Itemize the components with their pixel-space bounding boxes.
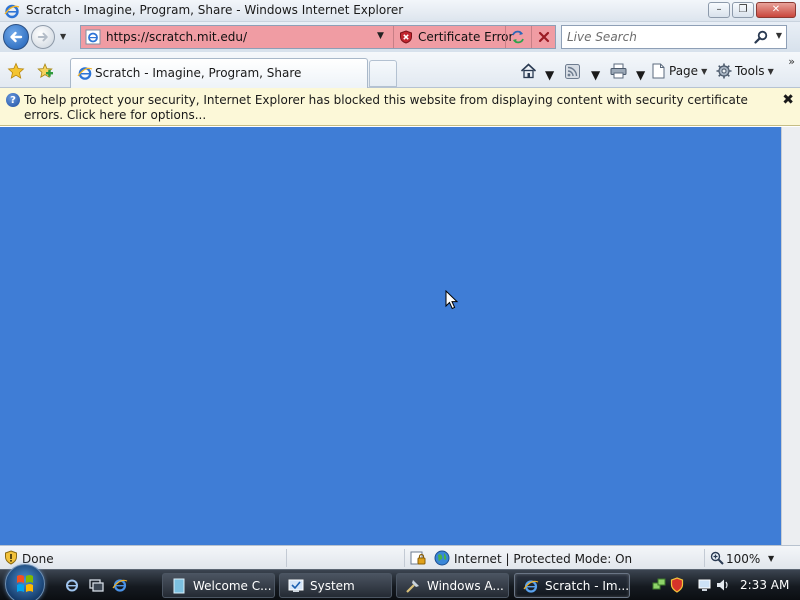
ie-icon xyxy=(4,4,20,19)
print-dropdown[interactable]: ▼ xyxy=(636,66,645,84)
tools-menu-label: Tools xyxy=(735,64,765,78)
show-desktop-icon[interactable] xyxy=(88,577,104,593)
taskbar-item-scratch[interactable]: Scratch - Im... xyxy=(514,573,630,598)
tools-menu[interactable]: Tools ▼ xyxy=(716,62,774,80)
status-divider xyxy=(286,549,287,567)
tab-command-bar: Scratch - Imagine, Program, Share ▼ ▼ ▼ xyxy=(0,52,800,88)
stop-icon xyxy=(538,31,549,43)
clock[interactable]: 2:33 AM xyxy=(740,578,789,592)
add-to-favorites-icon[interactable] xyxy=(36,62,54,80)
document-icon xyxy=(173,578,185,593)
information-bar-message[interactable]: To help protect your security, Internet … xyxy=(24,93,772,123)
home-dropdown[interactable]: ▼ xyxy=(545,66,554,84)
shield-icon xyxy=(5,550,17,565)
tools-icon xyxy=(406,579,419,593)
search-box[interactable]: ▼ xyxy=(561,25,787,49)
network-icon[interactable] xyxy=(652,577,666,593)
home-button[interactable] xyxy=(520,62,537,80)
taskbar-item-label: Windows A... xyxy=(427,578,504,593)
start-button[interactable] xyxy=(5,564,45,600)
window-title: Scratch - Imagine, Program, Share - Wind… xyxy=(26,3,404,17)
feeds-button[interactable] xyxy=(565,62,580,80)
new-tab-button[interactable] xyxy=(369,60,397,87)
back-button[interactable] xyxy=(3,24,29,50)
tab-scratch[interactable]: Scratch - Imagine, Program, Share xyxy=(70,58,368,88)
taskbar-item-system[interactable]: System xyxy=(279,573,392,598)
arrow-left-icon xyxy=(10,31,23,43)
search-options-dropdown[interactable]: ▼ xyxy=(776,31,782,40)
status-bar: Done Internet | Protected Mode: On 100% … xyxy=(0,545,800,569)
security-zone-text[interactable]: Internet | Protected Mode: On xyxy=(454,552,632,566)
forward-button[interactable] xyxy=(31,25,55,49)
information-bar-close-button[interactable]: ✖ xyxy=(782,92,794,108)
system-icon xyxy=(288,579,304,592)
address-bar[interactable]: https://scratch.mit.edu/ ▼ Certificate E… xyxy=(80,25,556,49)
close-button[interactable]: ✕ xyxy=(756,2,796,18)
certificate-lock-icon[interactable] xyxy=(410,550,426,566)
page-menu-label: Page xyxy=(669,64,699,78)
taskbar-item-welcome[interactable]: Welcome C... xyxy=(162,573,275,598)
taskbar-item-label: Welcome C... xyxy=(193,578,272,593)
search-input[interactable] xyxy=(562,26,760,48)
information-bar[interactable]: ? To help protect your security, Interne… xyxy=(0,88,800,126)
shield-error-icon xyxy=(400,30,412,44)
volume-icon[interactable] xyxy=(716,577,730,593)
recent-pages-dropdown[interactable]: ▼ xyxy=(60,32,66,41)
refresh-button[interactable] xyxy=(505,26,529,48)
ie-icon xyxy=(523,579,539,593)
internet-zone-globe-icon xyxy=(434,550,450,566)
rss-feed-icon xyxy=(565,63,580,79)
vertical-scrollbar[interactable] xyxy=(781,127,800,545)
restore-button[interactable]: ❐ xyxy=(732,2,754,18)
command-overflow-button[interactable]: » xyxy=(788,55,795,68)
quick-launch-browser-icon[interactable] xyxy=(112,577,128,593)
mouse-cursor-icon xyxy=(445,290,459,310)
quick-launch-ie-icon[interactable] xyxy=(64,577,80,593)
refresh-icon xyxy=(511,30,524,44)
certificate-error-button[interactable]: Certificate Error xyxy=(393,26,513,48)
page-menu[interactable]: Page ▼ xyxy=(651,62,707,80)
chevron-down-icon: ▼ xyxy=(701,66,708,76)
printer-icon xyxy=(610,63,627,79)
arrow-right-icon xyxy=(37,32,48,42)
taskbar: Welcome C... System Windows A... Scratch… xyxy=(0,564,800,600)
feeds-dropdown[interactable]: ▼ xyxy=(591,66,600,84)
network-connection-icon[interactable] xyxy=(698,577,712,593)
taskbar-item-label: Scratch - Im... xyxy=(545,578,630,593)
security-shield-icon[interactable] xyxy=(670,577,684,593)
zoom-level[interactable]: 100% xyxy=(726,552,760,566)
page-content[interactable] xyxy=(0,127,781,545)
search-icon[interactable] xyxy=(754,30,768,44)
page-ie-icon xyxy=(85,29,101,45)
address-dropdown[interactable]: ▼ xyxy=(377,31,384,41)
taskbar-item-label: System xyxy=(310,578,355,593)
minimize-button[interactable]: – xyxy=(708,2,730,18)
chevron-down-icon: ▼ xyxy=(767,66,774,76)
taskbar-item-windows-a[interactable]: Windows A... xyxy=(396,573,509,598)
print-button[interactable] xyxy=(610,62,627,80)
stop-button[interactable] xyxy=(531,26,555,48)
windows-logo-icon xyxy=(17,575,33,592)
navigation-bar: ▼ https://scratch.mit.edu/ ▼ Certificate… xyxy=(0,22,800,52)
window-controls: – ❐ ✕ xyxy=(708,2,796,18)
system-tray: 2:33 AM xyxy=(642,573,800,598)
status-divider xyxy=(404,549,405,567)
gear-icon xyxy=(716,63,732,79)
security-info-icon: ? xyxy=(6,93,20,107)
ie-icon xyxy=(77,67,93,80)
favorites-center-icon[interactable] xyxy=(7,62,25,80)
home-icon xyxy=(520,63,537,79)
page-icon xyxy=(652,63,665,79)
address-url[interactable]: https://scratch.mit.edu/ xyxy=(106,30,247,44)
certificate-error-label: Certificate Error xyxy=(418,30,514,44)
title-bar: Scratch - Imagine, Program, Share - Wind… xyxy=(0,0,800,22)
status-divider xyxy=(704,549,705,567)
zoom-dropdown[interactable]: ▼ xyxy=(768,554,774,563)
zoom-icon[interactable] xyxy=(710,551,724,565)
tab-label: Scratch - Imagine, Program, Share xyxy=(95,66,302,80)
